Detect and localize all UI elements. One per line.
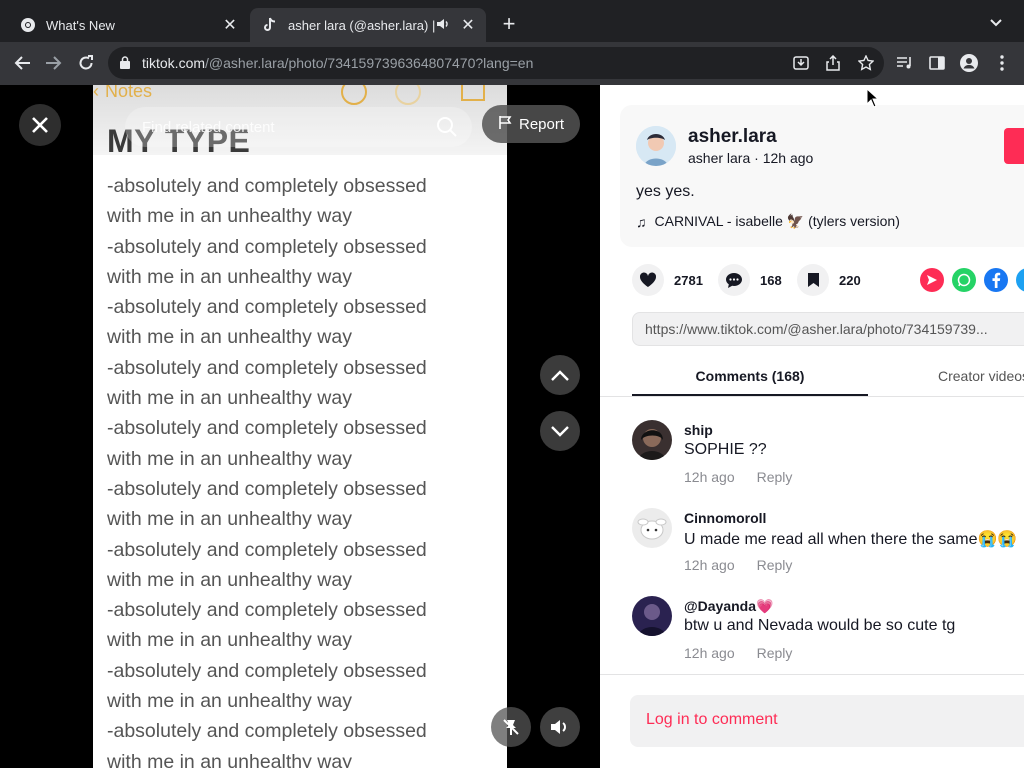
post-link-text[interactable]: https://www.tiktok.com/@asher.lara/photo… — [645, 321, 1005, 337]
reload-icon[interactable] — [74, 51, 98, 75]
reply-button[interactable]: Reply — [757, 469, 793, 485]
comment-meta: 12h ago Reply — [684, 557, 792, 573]
comment-username[interactable]: @Dayanda💗 — [684, 598, 773, 615]
comment-bubble-icon — [718, 264, 750, 296]
save-button[interactable]: 220 — [797, 264, 861, 296]
new-tab-button[interactable]: + — [498, 13, 520, 36]
post-photo[interactable]: ‹ Notes MY TYPE -absolutely and completel… — [93, 85, 507, 768]
send-to-friends-icon[interactable] — [920, 268, 944, 292]
tab-comments[interactable]: Comments (168) — [632, 368, 868, 384]
music-title: CARNIVAL - isabelle 🦅 (tylers version) — [654, 213, 900, 229]
close-tab-icon[interactable]: ✕ — [458, 15, 478, 35]
follow-button[interactable] — [1004, 128, 1024, 164]
install-app-icon[interactable] — [790, 52, 812, 74]
tabs-divider — [600, 396, 1024, 397]
url-text[interactable]: tiktok.com/@asher.lara/photo/73415973963… — [142, 55, 533, 71]
floating-player-button[interactable] — [491, 707, 531, 747]
flag-icon — [498, 115, 512, 134]
volume-icon — [551, 720, 566, 734]
comment-avatar[interactable] — [632, 420, 672, 460]
browser-tab-whats-new[interactable]: What's New ✕ — [8, 8, 248, 42]
mouse-cursor-icon — [866, 87, 880, 108]
chevron-down-icon — [551, 425, 569, 437]
bookmark-star-icon[interactable] — [855, 52, 877, 74]
comment-count: 168 — [760, 272, 782, 288]
whatsapp-icon[interactable] — [952, 268, 976, 292]
volume-button[interactable] — [540, 707, 580, 747]
tab-audio-icon[interactable] — [436, 17, 450, 34]
comment-time: 12h ago — [684, 557, 735, 573]
close-tab-icon[interactable]: ✕ — [220, 15, 240, 35]
tab-title: asher lara (@asher.lara) | T — [288, 17, 436, 33]
comment-text: btw u and Nevada would be so cute tg — [684, 617, 956, 634]
search-icon[interactable] — [436, 116, 458, 138]
comment-meta: 12h ago Reply — [684, 645, 792, 661]
comment-text: SOPHIE ?? — [684, 441, 767, 458]
comment-username[interactable]: ship — [684, 422, 713, 438]
like-button[interactable]: 2781 — [632, 264, 703, 296]
side-panel-icon[interactable] — [926, 52, 948, 74]
next-post-button[interactable] — [540, 411, 580, 451]
bookmark-icon — [797, 264, 829, 296]
tiktok-icon — [262, 17, 278, 33]
previous-post-button[interactable] — [540, 355, 580, 395]
reply-button[interactable]: Reply — [757, 645, 793, 661]
tab-title: What's New — [46, 17, 115, 33]
tab-search-chevron-icon[interactable] — [990, 14, 1002, 30]
heart-icon — [632, 264, 664, 296]
pin-off-icon — [503, 719, 519, 735]
url-host: tiktok.com — [142, 55, 206, 71]
author-subline: asher lara · 12h ago — [688, 150, 814, 166]
save-count: 220 — [839, 272, 861, 288]
notes-back-label: ‹ Notes — [93, 85, 153, 101]
music-link[interactable]: ♫ CARNIVAL - isabelle 🦅 (tylers version) — [636, 213, 900, 230]
close-icon — [32, 117, 48, 133]
lock-icon[interactable] — [120, 56, 130, 74]
post-caption: yes yes. — [636, 183, 695, 200]
report-label: Report — [518, 115, 565, 133]
report-button[interactable]: Report — [482, 105, 580, 143]
author-avatar[interactable] — [636, 126, 676, 166]
comment-time: 12h ago — [684, 645, 735, 661]
browser-tab-tiktok[interactable]: asher lara (@asher.lara) | T ✕ — [250, 8, 486, 42]
note-text: -absolutely and completely obsessed with… — [107, 175, 427, 768]
comment-avatar[interactable] — [632, 596, 672, 636]
comment-avatar[interactable] — [632, 508, 672, 548]
url-path: /@asher.lara/photo/7341597396364807470?l… — [205, 55, 534, 71]
comment-text: U made me read all when there the same😭😭 — [684, 531, 1018, 548]
back-arrow-icon[interactable] — [10, 51, 34, 75]
music-note-icon: ♫ — [636, 213, 647, 230]
author-username[interactable]: asher.lara — [688, 126, 777, 148]
forward-arrow-icon[interactable] — [42, 51, 66, 75]
chevron-up-icon — [551, 369, 569, 381]
tab-creator-videos[interactable]: Creator videos — [938, 368, 1024, 384]
comment-item: @Dayanda💗 btw u and Nevada would be so c… — [632, 596, 1024, 676]
comment-button[interactable]: 168 — [718, 264, 782, 296]
login-to-comment-label[interactable]: Log in to comment — [646, 711, 778, 729]
notes-export-icon — [461, 85, 485, 101]
comment-time: 12h ago — [684, 469, 735, 485]
comment-item: ship SOPHIE ?? 12h ago Reply — [632, 420, 1024, 500]
comment-item: Cinnomoroll U made me read all when ther… — [632, 508, 1024, 588]
browser-menu-icon[interactable] — [991, 52, 1013, 74]
share-page-icon[interactable] — [822, 52, 844, 74]
reply-button[interactable]: Reply — [757, 557, 793, 573]
comment-meta: 12h ago Reply — [684, 469, 792, 485]
close-viewer-button[interactable] — [19, 104, 61, 146]
facebook-icon[interactable] — [984, 268, 1008, 292]
like-count: 2781 — [674, 272, 703, 288]
chrome-icon — [20, 17, 36, 33]
related-search-placeholder: Find related content — [142, 119, 275, 136]
comment-input-divider — [600, 674, 1024, 675]
profile-icon[interactable] — [958, 52, 980, 74]
comment-username[interactable]: Cinnomoroll — [684, 510, 766, 526]
media-control-icon[interactable] — [894, 52, 916, 74]
